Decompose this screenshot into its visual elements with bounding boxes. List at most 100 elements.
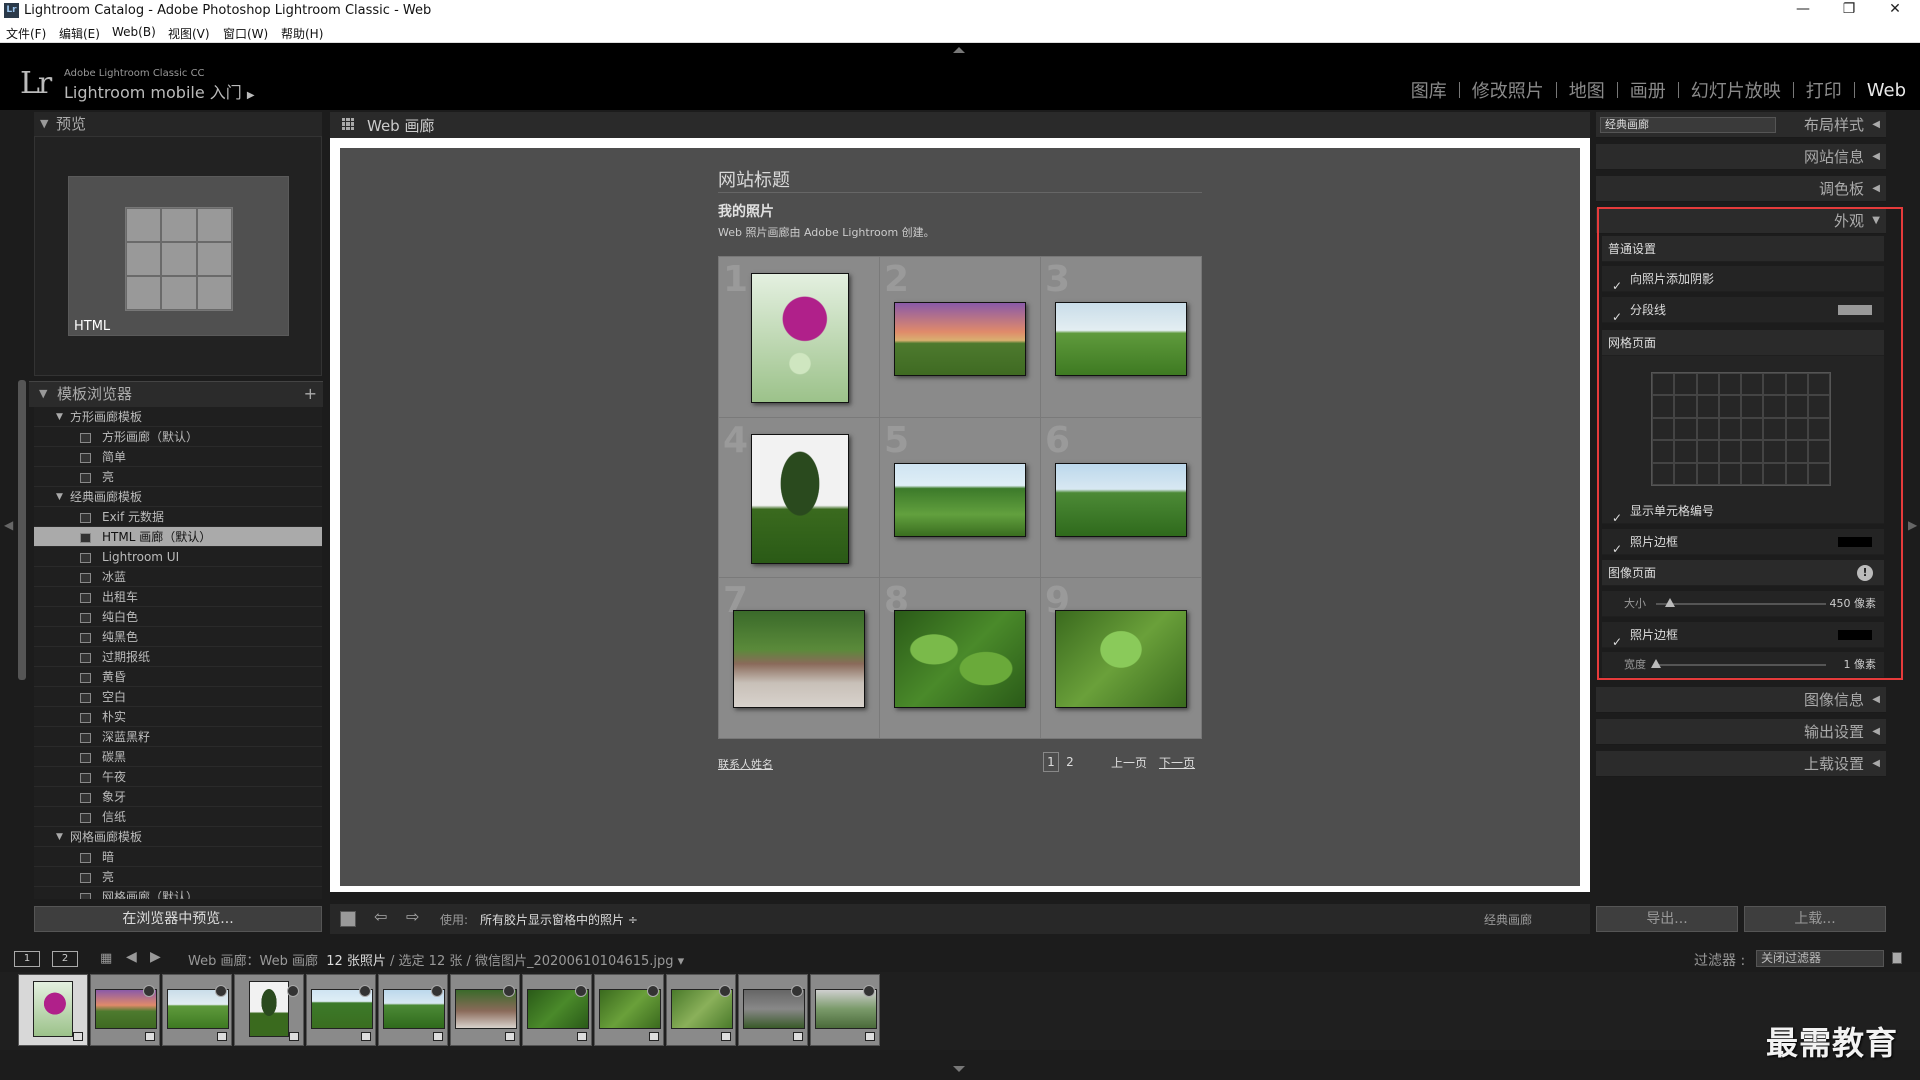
filmstrip-thumbnail[interactable] xyxy=(666,974,736,1046)
template-item[interactable]: 象牙 xyxy=(34,787,322,807)
left-panel-toggle-icon[interactable]: ◀ xyxy=(4,518,13,532)
template-item[interactable]: 纯黑色 xyxy=(34,627,322,647)
template-item[interactable]: 信纸 xyxy=(34,807,322,827)
template-folder[interactable]: 经典画廊模板 xyxy=(34,487,322,507)
gallery-cell[interactable]: 1 xyxy=(719,257,879,417)
module-develop[interactable]: 修改照片 xyxy=(1460,77,1556,103)
template-item[interactable]: 朴实 xyxy=(34,707,322,727)
photo-leaves[interactable] xyxy=(894,610,1026,709)
template-browser-header[interactable]: ▼ 模板浏览器 + xyxy=(29,381,323,407)
menu-file[interactable]: 文件(F) xyxy=(6,25,46,42)
filmstrip-thumbnail[interactable] xyxy=(450,974,520,1046)
filmstrip-thumbnail[interactable] xyxy=(306,974,376,1046)
filmstrip-thumbnail[interactable] xyxy=(18,974,88,1046)
minimize-icon[interactable]: — xyxy=(1780,1,1826,21)
close-icon[interactable]: ✕ xyxy=(1872,1,1918,21)
template-item[interactable]: 方形画廊（默认） xyxy=(34,427,322,447)
filmstrip-thumbnail[interactable] xyxy=(522,974,592,1046)
restore-icon[interactable]: ❐ xyxy=(1826,1,1872,21)
upload-settings-header[interactable]: 上载设置 ◀ xyxy=(1596,751,1886,777)
use-source-select[interactable]: 所有胶片显示窗格中的照片 ÷ xyxy=(480,911,638,928)
main-window-button[interactable]: 1 xyxy=(14,951,40,967)
image-info-header[interactable]: 图像信息 ◀ xyxy=(1596,687,1886,713)
menu-web[interactable]: Web(B) xyxy=(112,25,156,39)
template-item[interactable]: 深蓝黑籽 xyxy=(34,727,322,747)
filmstrip-source[interactable]: Web 画廊：Web 画廊 12 张照片 / 选定 12 张 / 微信图片_20… xyxy=(188,950,684,969)
filter-select[interactable]: 关闭过滤器 xyxy=(1756,950,1884,967)
left-scrollbar[interactable] xyxy=(18,380,26,680)
back-arrow-icon[interactable]: ⇦ xyxy=(374,907,387,926)
template-item[interactable]: 网格画廊（默认） xyxy=(34,887,322,899)
photo-sunset-field[interactable] xyxy=(894,302,1026,376)
template-item[interactable]: 冰蓝 xyxy=(34,567,322,587)
collection-title[interactable]: 我的照片 xyxy=(718,201,774,221)
gallery-cell[interactable]: 2 xyxy=(880,257,1040,417)
back-icon[interactable]: ◀ xyxy=(126,949,137,965)
module-slideshow[interactable]: 幻灯片放映 xyxy=(1679,77,1793,103)
grid-view-icon[interactable]: ▦ xyxy=(100,951,112,966)
next-page-link[interactable]: 下一页 xyxy=(1159,754,1195,771)
template-item[interactable]: 空白 xyxy=(34,687,322,707)
collection-description[interactable]: Web 照片画廊由 Adobe Lightroom 创建。 xyxy=(718,224,935,240)
forward-arrow-icon[interactable]: ⇨ xyxy=(406,907,419,926)
preview-panel-header[interactable]: ▼ 预览 xyxy=(34,112,322,136)
secondary-window-button[interactable]: 2 xyxy=(52,951,78,967)
module-web[interactable]: Web xyxy=(1855,80,1906,101)
filmstrip-thumbnail[interactable] xyxy=(90,974,160,1046)
template-item[interactable]: 亮 xyxy=(34,867,322,887)
upload-button[interactable]: 上载... xyxy=(1744,906,1886,932)
preview-in-browser-button[interactable]: 在浏览器中预览... xyxy=(34,906,322,932)
module-book[interactable]: 画册 xyxy=(1618,77,1678,103)
filmstrip-thumbnail[interactable] xyxy=(810,974,880,1046)
module-map[interactable]: 地图 xyxy=(1557,77,1617,103)
template-item[interactable]: 黄昏 xyxy=(34,667,322,687)
stop-button[interactable] xyxy=(340,911,356,927)
export-button[interactable]: 导出... xyxy=(1596,906,1738,932)
gallery-cell[interactable]: 6 xyxy=(1041,417,1201,578)
filmstrip-thumbnail[interactable] xyxy=(234,974,304,1046)
forward-icon[interactable]: ▶ xyxy=(150,949,161,965)
contact-link[interactable]: 联系人姓名 xyxy=(718,756,773,772)
photo-tree[interactable] xyxy=(751,433,849,564)
template-item[interactable]: Exif 元数据 xyxy=(34,507,322,527)
template-item[interactable]: 纯白色 xyxy=(34,607,322,627)
page-1[interactable]: 1 xyxy=(1043,752,1059,772)
template-item[interactable]: 碳黑 xyxy=(34,747,322,767)
photo-flower[interactable] xyxy=(751,273,849,403)
template-item[interactable]: 简单 xyxy=(34,447,322,467)
photo-hills[interactable] xyxy=(894,462,1026,537)
template-item[interactable]: 暗 xyxy=(34,847,322,867)
output-settings-header[interactable]: 输出设置 ◀ xyxy=(1596,719,1886,745)
photo-wall[interactable] xyxy=(733,610,865,709)
filter-lock-icon[interactable] xyxy=(1892,952,1902,964)
template-item[interactable]: HTML 画廊（默认） xyxy=(34,527,322,547)
template-item[interactable]: 午夜 xyxy=(34,767,322,787)
template-item[interactable]: 过期报纸 xyxy=(34,647,322,667)
gallery-cell[interactable]: 8 xyxy=(880,578,1040,738)
page-2[interactable]: 2 xyxy=(1063,755,1077,769)
filmstrip-thumbnail[interactable] xyxy=(738,974,808,1046)
module-library[interactable]: 图库 xyxy=(1399,77,1459,103)
mobile-start-link[interactable]: Lightroom mobile 入门 ▶ xyxy=(64,79,255,103)
filmstrip-thumbnail[interactable] xyxy=(594,974,664,1046)
right-panel-toggle-icon[interactable]: ▶ xyxy=(1908,518,1917,532)
bottom-panel-toggle-icon[interactable] xyxy=(953,1066,965,1072)
photo-house-field[interactable] xyxy=(1055,462,1187,537)
site-title[interactable]: 网站标题 xyxy=(718,166,790,192)
template-folder[interactable]: 网格画廊模板 xyxy=(34,827,322,847)
top-panel-toggle-icon[interactable] xyxy=(953,47,965,53)
menu-window[interactable]: 窗口(W) xyxy=(223,25,268,42)
gallery-cell[interactable]: 4 xyxy=(719,417,879,578)
menu-view[interactable]: 视图(V) xyxy=(168,25,210,42)
filmstrip-thumbnail[interactable] xyxy=(378,974,448,1046)
module-print[interactable]: 打印 xyxy=(1794,77,1854,103)
prev-page-link[interactable]: 上一页 xyxy=(1111,754,1147,771)
gallery-cell[interactable]: 9 xyxy=(1041,578,1201,738)
menu-help[interactable]: 帮助(H) xyxy=(281,25,323,42)
photo-bush[interactable] xyxy=(1055,610,1187,709)
add-template-icon[interactable]: + xyxy=(304,382,317,406)
gallery-cell[interactable]: 3 xyxy=(1041,257,1201,417)
template-item[interactable]: Lightroom UI xyxy=(34,547,322,567)
layout-style-select[interactable]: 经典画廊 xyxy=(1600,117,1776,133)
template-folder[interactable]: 方形画廊模板 xyxy=(34,407,322,427)
